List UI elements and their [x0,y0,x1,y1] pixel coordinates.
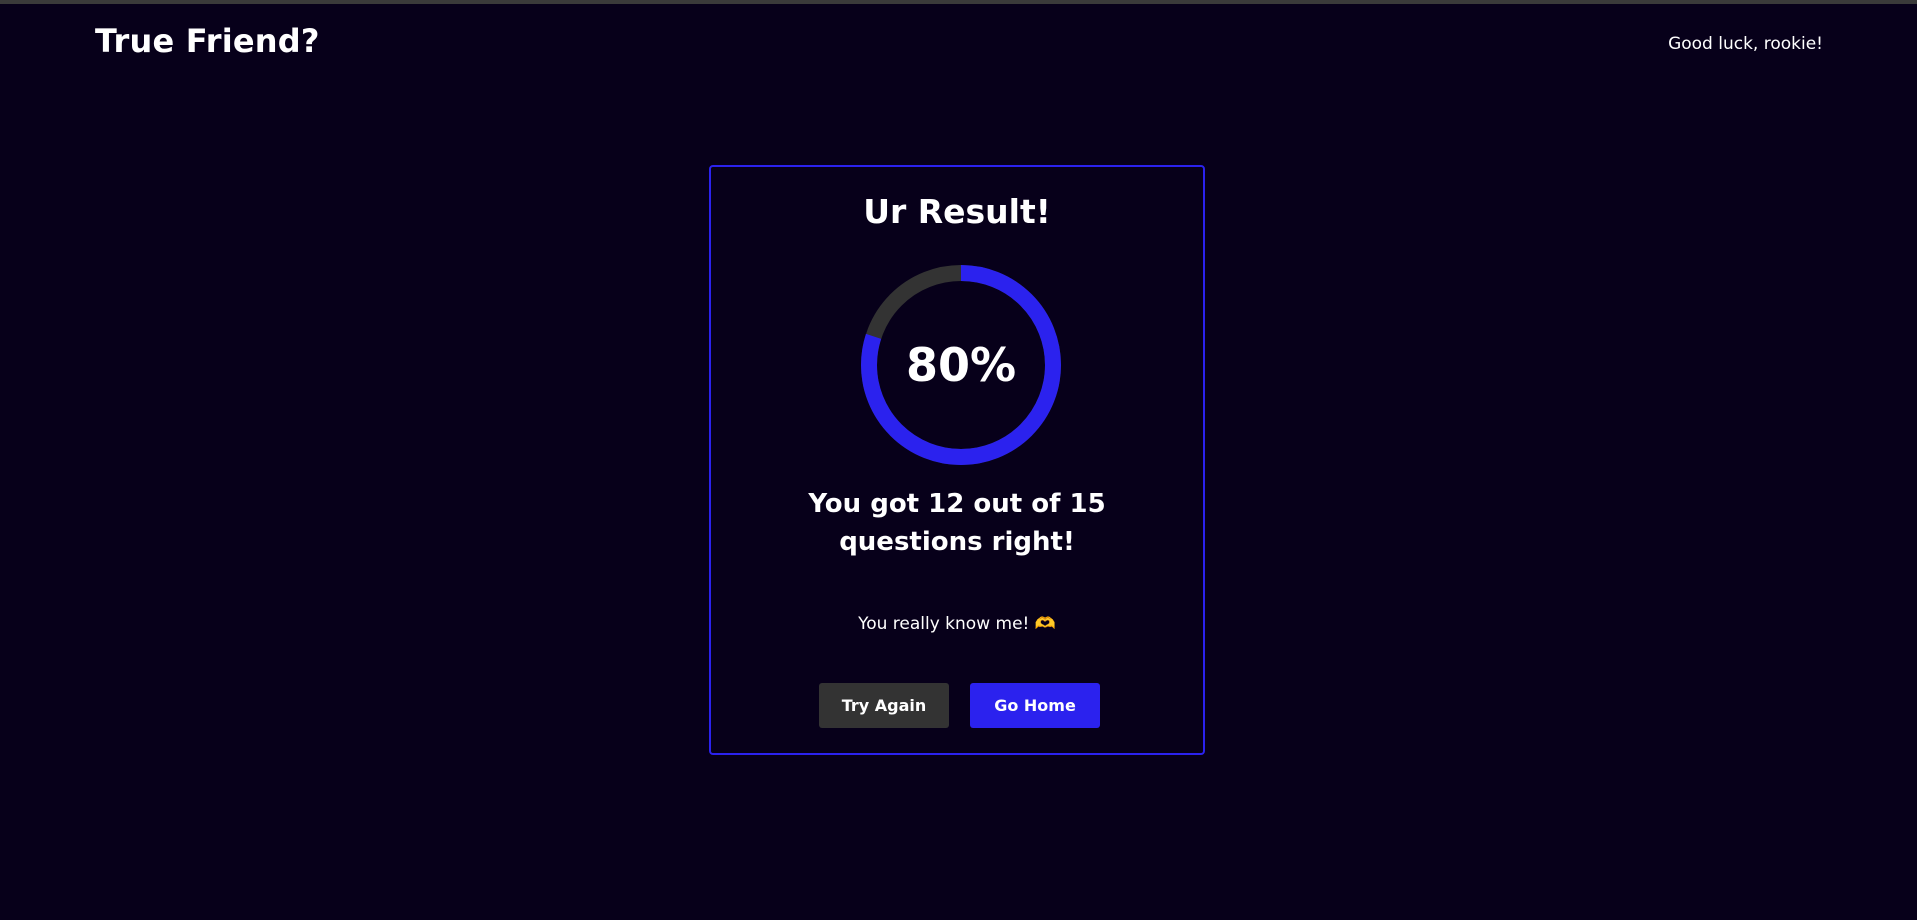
result-card: Ur Result! 80% You got 12 out of 15 ques… [709,165,1205,755]
header-tagline: Good luck, rookie! [1668,34,1823,54]
score-summary: You got 12 out of 15 questions right! [711,485,1203,561]
result-title: Ur Result! [863,192,1051,231]
score-line-1: You got 12 out of 15 [808,489,1106,519]
site-header: True Friend? Good luck, rookie! [0,4,1917,80]
try-again-button[interactable]: Try Again [819,683,949,728]
score-percent: 80% [905,338,1017,392]
score-progress-ring: 80% [860,264,1062,466]
score-line-2: questions right! [839,527,1075,557]
result-message: You really know me! 🫶 [858,614,1056,634]
go-home-button[interactable]: Go Home [970,683,1100,728]
brand-title[interactable]: True Friend? [95,22,320,60]
